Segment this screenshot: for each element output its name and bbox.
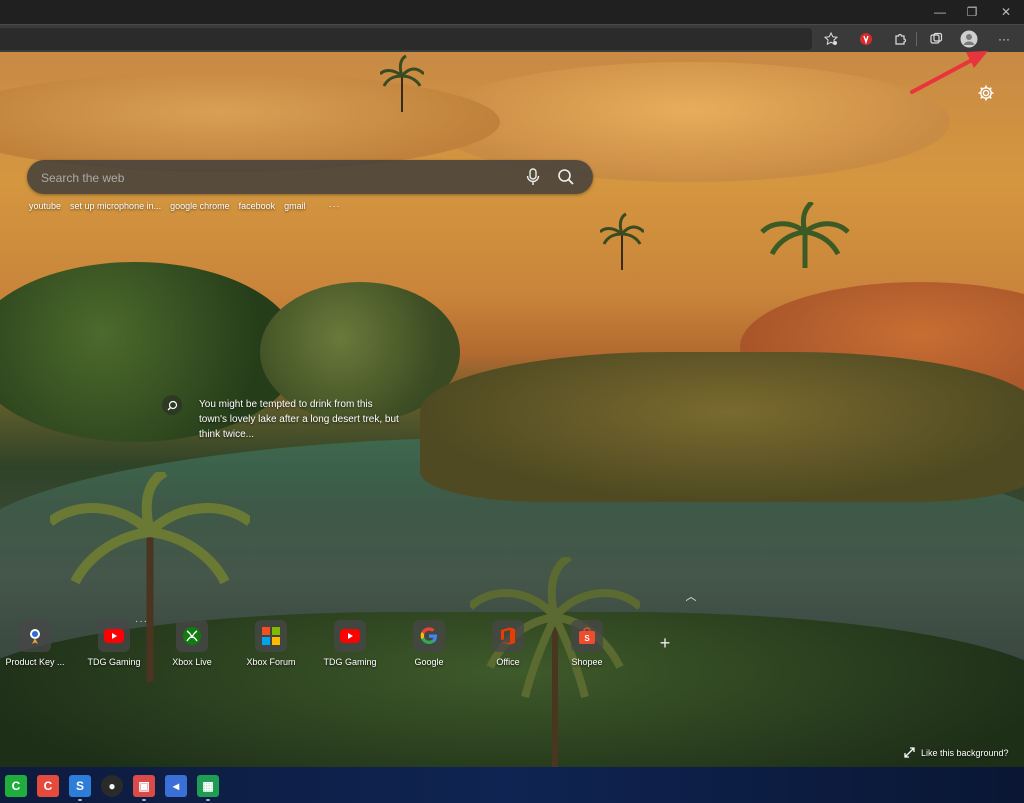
add-quick-link-button[interactable]: + bbox=[656, 634, 674, 652]
minimize-button[interactable]: — bbox=[924, 0, 956, 24]
sand-dune bbox=[0, 72, 500, 172]
profile-avatar-icon[interactable] bbox=[958, 29, 980, 49]
quick-link-label: Google bbox=[414, 657, 444, 667]
restore-button[interactable]: ❐ bbox=[956, 0, 988, 24]
palm-tree bbox=[600, 212, 644, 270]
collections-icon[interactable] bbox=[925, 29, 947, 49]
vivaldi-extension-icon[interactable] bbox=[855, 29, 877, 49]
youtube-icon bbox=[98, 620, 130, 652]
quick-link-label: Product Key ... bbox=[5, 657, 65, 667]
quick-link-tile[interactable]: Xbox Live bbox=[153, 620, 231, 667]
quick-link-label: Xbox Live bbox=[172, 657, 212, 667]
svg-text:S: S bbox=[584, 634, 590, 643]
close-button[interactable]: ✕ bbox=[990, 0, 1022, 24]
microsoft-icon bbox=[255, 620, 287, 652]
quick-links: Product Key ... TDG Gaming ··· Xbox Live… bbox=[0, 616, 700, 670]
palm-tree bbox=[380, 54, 424, 112]
more-searches-button[interactable]: ··· bbox=[329, 201, 341, 215]
address-bar[interactable] bbox=[0, 28, 812, 50]
search-chip[interactable]: set up microphone in... bbox=[70, 201, 161, 215]
browser-toolbar: ··· bbox=[0, 24, 1024, 54]
favorites-star-icon[interactable] bbox=[820, 29, 842, 49]
settings-gear-icon[interactable] bbox=[977, 84, 995, 102]
search-input[interactable] bbox=[39, 160, 513, 196]
sheets-icon[interactable]: ▦ bbox=[197, 775, 219, 797]
search-chip[interactable]: gmail bbox=[284, 201, 306, 215]
product-key-icon bbox=[19, 620, 51, 652]
shopee-icon: S bbox=[571, 620, 603, 652]
quick-link-tile[interactable]: Xbox Forum bbox=[232, 620, 310, 667]
trending-searches: youtube set up microphone in... google c… bbox=[29, 201, 341, 215]
paint-icon[interactable]: ▣ bbox=[133, 775, 155, 797]
toolbar-divider bbox=[916, 32, 917, 46]
running-indicator bbox=[206, 799, 210, 801]
media-encoder-icon[interactable]: ◂ bbox=[165, 775, 187, 797]
office-icon bbox=[492, 620, 524, 652]
extensions-puzzle-icon[interactable] bbox=[889, 29, 911, 49]
expand-icon bbox=[904, 747, 915, 758]
more-menu-icon[interactable]: ··· bbox=[993, 29, 1015, 49]
running-indicator bbox=[142, 799, 146, 801]
youtube-icon bbox=[334, 620, 366, 652]
camtasia-icon[interactable]: C bbox=[5, 775, 27, 797]
snagit-icon[interactable]: S bbox=[69, 775, 91, 797]
quick-link-label: Shopee bbox=[571, 657, 603, 667]
quick-link-label: Xbox Forum bbox=[246, 657, 296, 667]
quick-link-label: TDG Gaming bbox=[323, 657, 377, 667]
quick-link-tile[interactable]: Google bbox=[390, 620, 468, 667]
xbox-icon bbox=[176, 620, 208, 652]
title-bar: — ❐ ✕ bbox=[0, 0, 1024, 24]
search-icon[interactable] bbox=[557, 168, 575, 186]
google-icon bbox=[413, 620, 445, 652]
running-indicator bbox=[78, 799, 82, 801]
quick-link-tile[interactable]: S Shopee bbox=[548, 620, 626, 667]
taskbar: C C S ● ▣ ◂ ▦ bbox=[0, 767, 1024, 803]
search-box[interactable] bbox=[27, 160, 593, 196]
search-chip[interactable]: youtube bbox=[29, 201, 61, 215]
quick-link-label: TDG Gaming bbox=[87, 657, 141, 667]
search-icon bbox=[167, 400, 177, 410]
obs-icon[interactable]: ● bbox=[101, 775, 123, 797]
quick-link-tile[interactable]: TDG Gaming bbox=[311, 620, 389, 667]
palm-tree bbox=[760, 202, 850, 268]
image-info-button[interactable] bbox=[162, 395, 182, 415]
snagit-recorder-icon[interactable]: C bbox=[37, 775, 59, 797]
like-background-link[interactable]: Like this background? bbox=[904, 747, 1009, 758]
microphone-icon[interactable] bbox=[525, 168, 541, 186]
like-background-label: Like this background? bbox=[921, 747, 1009, 758]
chevron-up-icon[interactable]: ︿ bbox=[683, 588, 699, 603]
vegetation bbox=[420, 352, 1024, 502]
quick-link-label: Office bbox=[496, 657, 520, 667]
quick-link-tile[interactable]: Product Key ... bbox=[0, 620, 74, 667]
image-caption[interactable]: You might be tempted to drink from this … bbox=[199, 397, 399, 442]
search-chip[interactable]: facebook bbox=[239, 201, 276, 215]
search-chip[interactable]: google chrome bbox=[170, 201, 230, 215]
tile-more-options[interactable]: ··· bbox=[135, 616, 148, 627]
quick-link-tile[interactable]: TDG Gaming ··· bbox=[75, 616, 153, 667]
quick-link-tile[interactable]: Office bbox=[469, 620, 547, 667]
